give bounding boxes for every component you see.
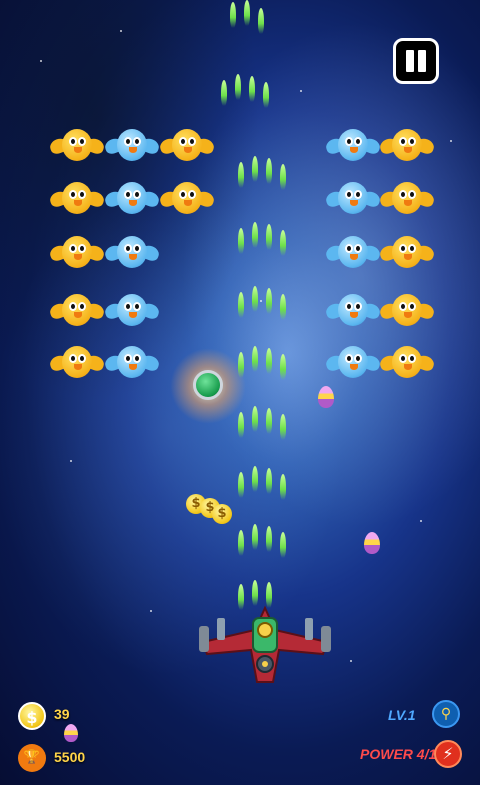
yellow-chicken-enemy (48, 342, 106, 382)
blue-chicken-enemy (103, 178, 161, 218)
blue-chicken-enemy (103, 232, 161, 272)
yellow-chicken-enemy (378, 290, 436, 330)
trophy-icon: 🏆 (18, 744, 46, 772)
yellow-chicken-enemy (48, 232, 106, 272)
blue-chicken-enemy (103, 125, 161, 165)
blue-chicken-enemy (324, 290, 382, 330)
blue-chicken-enemy (324, 342, 382, 382)
blue-chicken-enemy (103, 290, 161, 330)
bonus-egg-icon (318, 386, 334, 408)
score-value: 5500 (54, 749, 86, 765)
blue-chicken-enemy (324, 232, 382, 272)
dollar-coin-icon: $ (212, 504, 232, 524)
map-pin-icon[interactable]: ⚲ (432, 700, 460, 728)
yellow-chicken-enemy (378, 342, 436, 382)
yellow-chicken-enemy (378, 125, 436, 165)
yellow-chicken-enemy (48, 290, 106, 330)
yellow-chicken-enemy (158, 178, 216, 218)
player-spaceship[interactable] (195, 600, 335, 685)
lightning-bolt-icon[interactable]: ⚡ (434, 740, 462, 768)
blue-chicken-enemy (324, 125, 382, 165)
bonus-egg-icon (364, 532, 380, 554)
blue-chicken-enemy (324, 178, 382, 218)
level-label: LV.1 (388, 707, 416, 723)
bonus-egg-icon (64, 724, 78, 742)
pause-button[interactable] (393, 38, 439, 84)
yellow-chicken-enemy (48, 178, 106, 218)
yellow-chicken-enemy (378, 232, 436, 272)
yellow-chicken-enemy (48, 125, 106, 165)
weapon-powerup-icon (193, 370, 223, 400)
yellow-chicken-enemy (158, 125, 216, 165)
blue-chicken-enemy (103, 342, 161, 382)
dollar-coin-icon: $ (18, 702, 46, 730)
yellow-chicken-enemy (378, 178, 436, 218)
power-label: POWER 4/12 (360, 746, 445, 762)
coin-count: 39 (54, 706, 70, 722)
